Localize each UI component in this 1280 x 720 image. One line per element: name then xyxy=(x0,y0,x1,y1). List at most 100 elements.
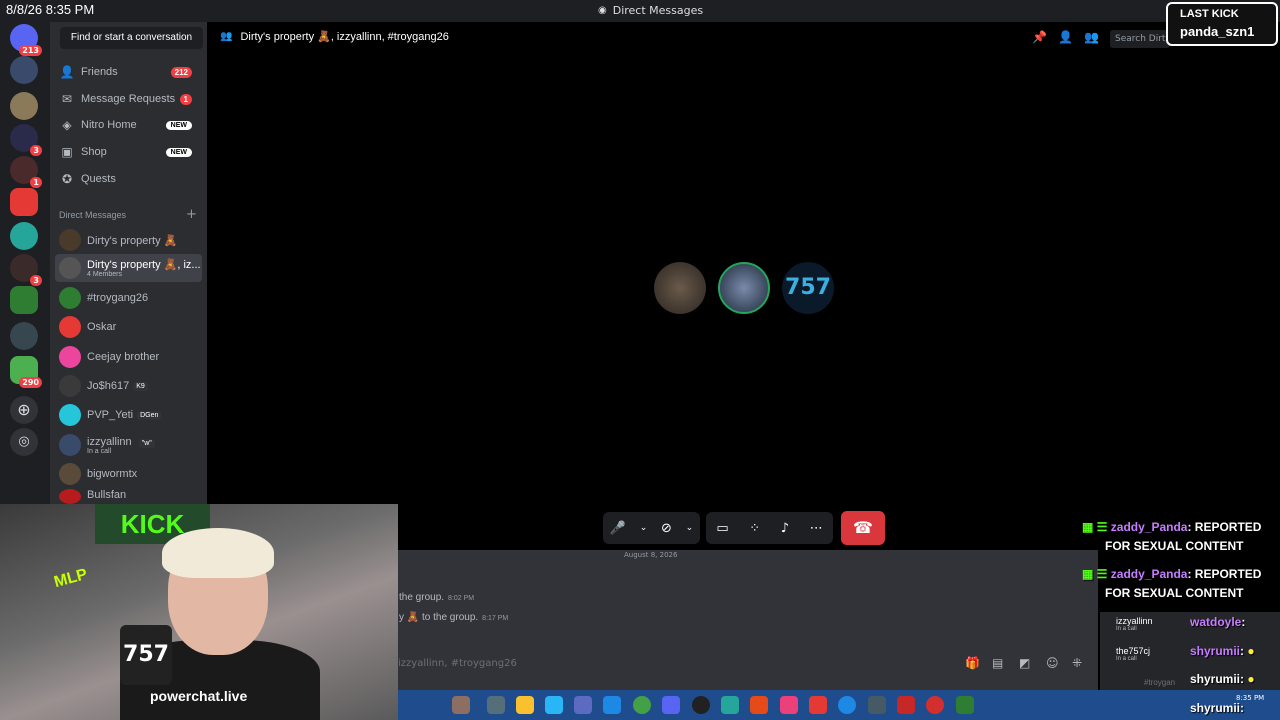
quests-icon: ✪ xyxy=(61,172,73,186)
task-view-icon[interactable] xyxy=(487,696,505,714)
home-button[interactable]: 213 xyxy=(10,24,42,56)
call-participant-avatar-speaking[interactable] xyxy=(718,262,770,314)
dm-item[interactable]: PVP_Yeti DGen xyxy=(55,401,202,429)
pin-icon[interactable]: 📌 xyxy=(1032,30,1047,44)
copilot-icon[interactable] xyxy=(545,696,563,714)
store-icon[interactable] xyxy=(603,696,621,714)
find-conversation-button[interactable]: Find or start a conversation xyxy=(60,27,203,49)
dm-item[interactable]: Bullsfan xyxy=(55,489,202,504)
streamer-hair xyxy=(162,528,274,578)
nav-nitro-home[interactable]: ◈ Nitro Home NEW xyxy=(55,113,202,137)
dm-name: izzyallinn xyxy=(87,435,132,448)
shop-icon: ▣ xyxy=(61,145,73,159)
server-icon-8[interactable] xyxy=(10,322,38,350)
server-icon-5[interactable] xyxy=(10,188,38,216)
discover-icon[interactable]: ◎ xyxy=(10,428,38,456)
music-icon[interactable] xyxy=(780,696,798,714)
powerchat-watermark: powerchat.live xyxy=(150,688,248,704)
chat-text: : xyxy=(1240,701,1245,715)
server-icon-9[interactable]: 290 xyxy=(10,356,42,388)
chevron-down-icon[interactable]: ⌄ xyxy=(686,523,694,533)
dm-item[interactable]: Ceejay brother xyxy=(55,343,202,371)
obs-icon[interactable] xyxy=(692,696,710,714)
voice-member[interactable]: izzyallinn In a call xyxy=(1116,616,1153,632)
nav-quests[interactable]: ✪ Quests xyxy=(55,167,202,191)
disconnect-button[interactable]: ☎ xyxy=(841,511,885,545)
nav-label: Friends xyxy=(81,66,118,78)
dm-item[interactable]: izzyallinn "w" In a call xyxy=(55,431,202,459)
search-input[interactable]: Search Dirty's p xyxy=(1110,30,1170,48)
voice-member-status: In a call xyxy=(1116,626,1137,632)
friends-count-badge: 212 xyxy=(170,66,192,78)
server-icon-6[interactable] xyxy=(10,222,38,250)
server-folder[interactable] xyxy=(10,286,38,314)
add-friends-icon[interactable]: 👤 xyxy=(1058,30,1073,44)
server-icon-1[interactable] xyxy=(10,56,38,84)
voice-member[interactable]: the757cj In a call xyxy=(1116,646,1150,662)
xbox-icon[interactable] xyxy=(956,696,974,714)
stream-chat-message: ▦ ☰ zaddy_Panda: REPORTED xyxy=(1082,520,1261,534)
more-icon[interactable]: ⋯ xyxy=(810,521,823,536)
chrome-icon[interactable] xyxy=(633,696,651,714)
server-icon-4[interactable]: 1 xyxy=(10,156,42,188)
server-badge: 290 xyxy=(19,377,42,388)
camera-off-icon[interactable]: ⊘ xyxy=(661,521,672,536)
cat-app-icon[interactable] xyxy=(452,696,470,714)
activities-icon[interactable]: ⁘ xyxy=(749,521,760,536)
file-explorer-icon[interactable] xyxy=(516,696,534,714)
discord-taskbar-icon[interactable] xyxy=(662,696,680,714)
dm-item[interactable]: bigwormtx xyxy=(55,460,202,488)
nav-shop[interactable]: ▣ Shop NEW xyxy=(55,140,202,164)
discord-icon: ◉ xyxy=(598,5,607,16)
group-dm-icon: 👥 xyxy=(220,31,233,42)
dm-text: Dirty's property 🧸, iz... 4 Members xyxy=(87,258,201,278)
dm-text: izzyallinn "w" In a call xyxy=(87,436,155,455)
call-participant-avatar[interactable] xyxy=(654,262,706,314)
app-icon[interactable] xyxy=(926,696,944,714)
avatar xyxy=(59,489,81,504)
avatar xyxy=(59,463,81,485)
app-icon[interactable] xyxy=(868,696,886,714)
stream-chat-message: shyrumii: ● xyxy=(1190,644,1255,658)
help-icon[interactable] xyxy=(838,696,856,714)
chevron-down-icon[interactable]: ⌄ xyxy=(640,523,648,533)
nitro-icon: ◈ xyxy=(62,118,72,132)
soundboard-icon[interactable]: ♪ xyxy=(781,521,789,536)
chat-username: shyrumii xyxy=(1190,701,1241,715)
teams-icon[interactable] xyxy=(574,696,592,714)
member-list-icon[interactable]: 👥 xyxy=(1084,30,1099,44)
nav-message-requests[interactable]: ✉ Message Requests 1 xyxy=(55,87,202,111)
window-title-text: Direct Messages xyxy=(612,4,704,17)
app-icon[interactable] xyxy=(809,696,827,714)
microphone-icon[interactable]: 🎤 xyxy=(610,521,626,536)
avatar xyxy=(59,375,81,397)
app-icon[interactable] xyxy=(897,696,915,714)
dm-item[interactable]: Oskar xyxy=(55,313,202,341)
screen-share-icon[interactable]: ▭ xyxy=(716,521,728,536)
requests-count-badge: 1 xyxy=(179,93,192,105)
create-dm-icon[interactable]: + xyxy=(186,207,197,222)
avatar xyxy=(59,346,81,368)
dm-item-active[interactable]: Dirty's property 🧸, iz... 4 Members xyxy=(55,254,202,282)
dm-subtext: In a call xyxy=(87,447,112,455)
server-icon-2[interactable] xyxy=(10,92,38,120)
apps-icon[interactable]: ⁜ xyxy=(1072,656,1082,670)
dm-item[interactable]: Jo$h617 K9 xyxy=(55,372,202,400)
clan-tag: DGen xyxy=(137,410,162,420)
brave-icon[interactable] xyxy=(750,696,768,714)
gift-icon[interactable]: 🎁 xyxy=(965,656,980,670)
add-server-icon[interactable]: ⊕ xyxy=(10,396,38,424)
nav-friends[interactable]: 👤 Friends 212 xyxy=(55,60,202,84)
server-icon-3[interactable]: 3 xyxy=(10,124,42,156)
gif-icon[interactable]: ▤ xyxy=(992,656,1003,670)
sticker-icon[interactable]: ◩ xyxy=(1019,656,1030,670)
dm-item[interactable]: #troygang26 xyxy=(55,284,202,312)
badge-icon: ▦ ☰ xyxy=(1082,520,1111,534)
app-icon[interactable] xyxy=(721,696,739,714)
emoji-icon[interactable]: ☺ xyxy=(1046,656,1059,670)
nav-label: Message Requests xyxy=(81,93,176,105)
dm-item[interactable]: Dirty's property 🧸 xyxy=(55,226,202,254)
server-icon-7[interactable]: 3 xyxy=(10,254,42,286)
new-badge: NEW xyxy=(165,120,192,130)
call-participant-avatar[interactable]: 757 xyxy=(782,262,834,314)
